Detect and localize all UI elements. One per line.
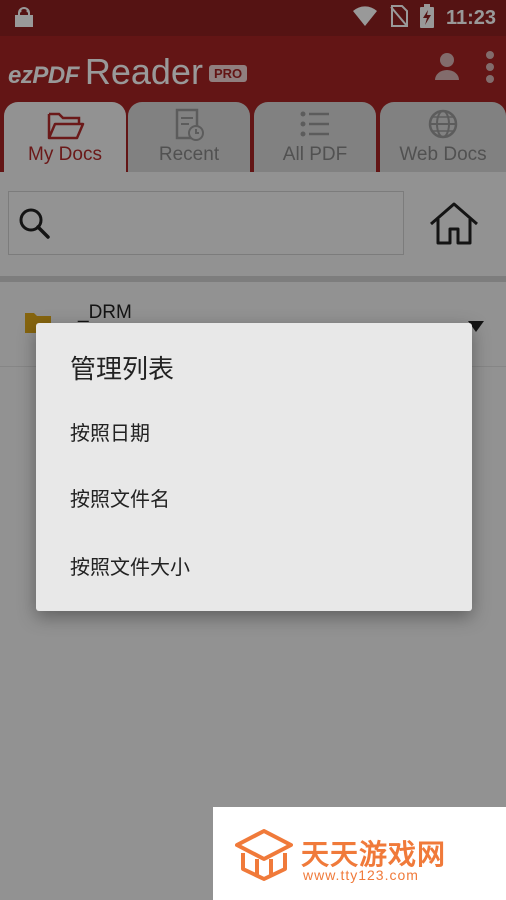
dialog-title: 管理列表	[70, 355, 175, 385]
sort-dialog: 管理列表 按照日期 按照文件名 按照文件大小	[36, 323, 472, 611]
watermark-logo-icon	[235, 829, 293, 885]
watermark: 天天游戏网 www.tty123.com	[213, 807, 506, 900]
sort-by-date-option[interactable]: 按照日期	[36, 405, 472, 461]
screen: 11:23 ezPDF Reader PRO My Docs Recent Al…	[0, 0, 506, 900]
watermark-url: www.tty123.com	[303, 867, 419, 883]
sort-by-filesize-option[interactable]: 按照文件大小	[36, 539, 472, 595]
sort-by-filename-option[interactable]: 按照文件名	[36, 471, 472, 527]
